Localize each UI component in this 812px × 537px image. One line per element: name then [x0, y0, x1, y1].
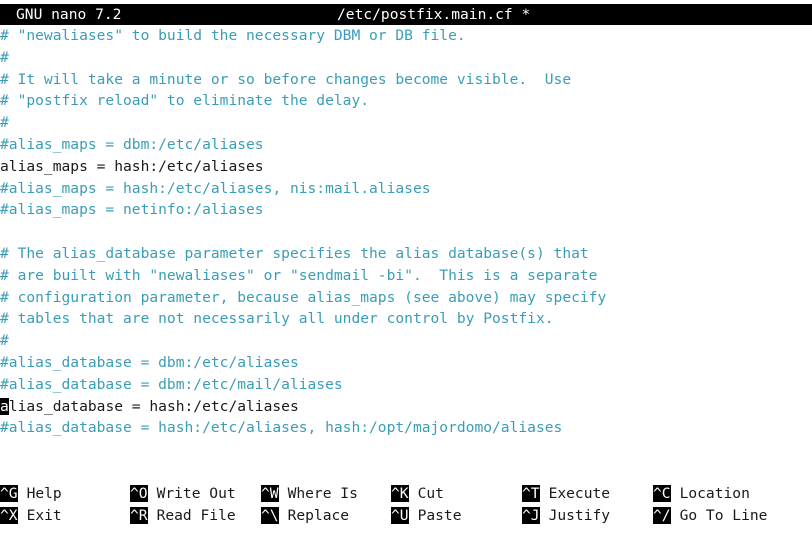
- shortcut-label: Where Is: [287, 485, 358, 502]
- title-bar: GNU nano 7.2 /etc/postfix.main.cf *: [0, 4, 812, 25]
- editor-version: GNU nano 7.2: [16, 6, 122, 23]
- editor-line[interactable]: #alias_maps = hash:/etc/aliases, nis:mai…: [0, 178, 812, 200]
- editor-text-area[interactable]: # "newaliases" to build the necessary DB…: [0, 25, 812, 439]
- shortcut-help[interactable]: ^G Help: [0, 483, 62, 505]
- editor-line[interactable]: # It will take a minute or so before cha…: [0, 69, 812, 91]
- cursor-line-rest: lias_database = hash:/etc/aliases: [8, 397, 299, 415]
- shortcut-where-is[interactable]: ^W Where Is: [261, 483, 358, 505]
- shortcut-write-out[interactable]: ^O Write Out: [130, 483, 236, 505]
- editor-line[interactable]: #alias_maps = netinfo:/aliases: [0, 199, 812, 221]
- editor-line[interactable]: # are built with "newaliases" or "sendma…: [0, 265, 812, 287]
- shortcut-execute[interactable]: ^T Execute: [522, 483, 610, 505]
- editor-line[interactable]: # "newaliases" to build the necessary DB…: [0, 25, 812, 47]
- shortcut-label: Execute: [548, 485, 611, 502]
- shortcut-key: ^T: [522, 485, 540, 502]
- shortcut-key: ^W: [261, 485, 279, 502]
- shortcut-exit[interactable]: ^X Exit: [0, 505, 62, 527]
- editor-line[interactable]: # "postfix reload" to eliminate the dela…: [0, 90, 812, 112]
- shortcut-label: Exit: [26, 507, 62, 524]
- editor-line[interactable]: #: [0, 112, 812, 134]
- shortcut-row: ^G Help ^O Write Out ^W Where Is ^K Cut ^T Ex…: [0, 483, 812, 505]
- editor-line[interactable]: # The alias_database parameter specifies…: [0, 243, 812, 265]
- editor-line[interactable]: #alias_database = dbm:/etc/aliases: [0, 352, 812, 374]
- shortcut-label: Justify: [548, 507, 611, 524]
- shortcut-row: ^X Exit ^R Read File ^\ Replace ^U Paste ^J J…: [0, 505, 812, 527]
- shortcut-label: Location: [679, 485, 750, 502]
- shortcut-bar: ^G Help ^O Write Out ^W Where Is ^K Cut ^T Ex…: [0, 483, 812, 527]
- shortcut-key: ^K: [391, 485, 409, 502]
- editor-line[interactable]: #: [0, 330, 812, 352]
- shortcut-replace[interactable]: ^\ Replace: [261, 505, 349, 527]
- shortcut-go-to-line[interactable]: ^/ Go To Line: [653, 505, 767, 527]
- shortcut-label: Help: [26, 485, 62, 502]
- shortcut-paste[interactable]: ^U Paste: [391, 505, 462, 527]
- shortcut-label: Go To Line: [679, 507, 768, 524]
- editor-line[interactable]: #alias_maps = dbm:/etc/aliases: [0, 134, 812, 156]
- shortcut-label: Write Out: [156, 485, 236, 502]
- editor-line[interactable]: #alias_database = hash:/etc/aliases, has…: [0, 417, 812, 439]
- editor-line[interactable]: # tables that are not necessarily all un…: [0, 308, 812, 330]
- shortcut-key: ^J: [522, 507, 540, 524]
- shortcut-location[interactable]: ^C Location: [653, 483, 750, 505]
- shortcut-key: ^\: [261, 507, 279, 524]
- editor-line[interactable]: #: [0, 47, 812, 69]
- editor-line[interactable]: # configuration parameter, because alias…: [0, 287, 812, 309]
- shortcut-read-file[interactable]: ^R Read File: [130, 505, 236, 527]
- shortcut-label: Cut: [417, 485, 444, 502]
- shortcut-key: ^C: [653, 485, 671, 502]
- shortcut-label: Replace: [287, 507, 350, 524]
- shortcut-key: ^G: [0, 485, 18, 502]
- editor-line[interactable]: alias_maps = hash:/etc/aliases: [0, 156, 812, 178]
- shortcut-key: ^O: [130, 485, 148, 502]
- text-cursor: a: [0, 397, 9, 415]
- shortcut-key: ^U: [391, 507, 409, 524]
- shortcut-key: ^/: [653, 507, 671, 524]
- shortcut-key: ^X: [0, 507, 18, 524]
- shortcut-label: Read File: [156, 507, 236, 524]
- shortcut-cut[interactable]: ^K Cut: [391, 483, 444, 505]
- editor-line[interactable]: [0, 221, 812, 243]
- editor-line-cursor[interactable]: alias_database = hash:/etc/aliases: [0, 396, 812, 418]
- file-name: /etc/postfix.main.cf *: [337, 6, 531, 23]
- shortcut-key: ^R: [130, 507, 148, 524]
- shortcut-justify[interactable]: ^J Justify: [522, 505, 610, 527]
- shortcut-label: Paste: [417, 507, 462, 524]
- editor-line[interactable]: #alias_database = dbm:/etc/mail/aliases: [0, 374, 812, 396]
